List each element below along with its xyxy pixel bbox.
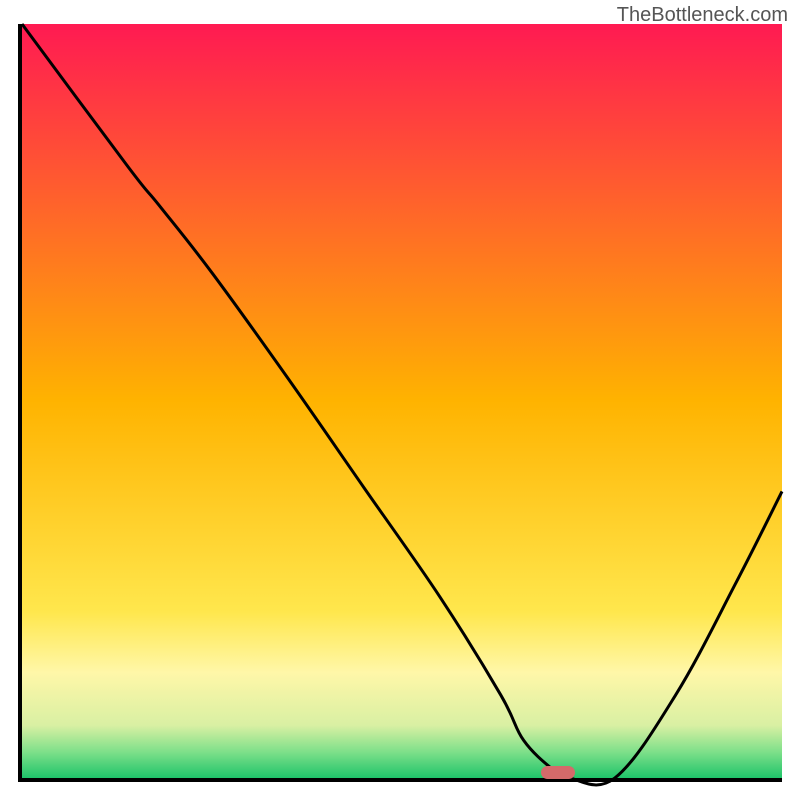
optimal-marker (541, 766, 575, 779)
bottleneck-curve (22, 24, 782, 778)
chart-plot-area (18, 24, 782, 782)
watermark-text: TheBottleneck.com (617, 4, 788, 27)
